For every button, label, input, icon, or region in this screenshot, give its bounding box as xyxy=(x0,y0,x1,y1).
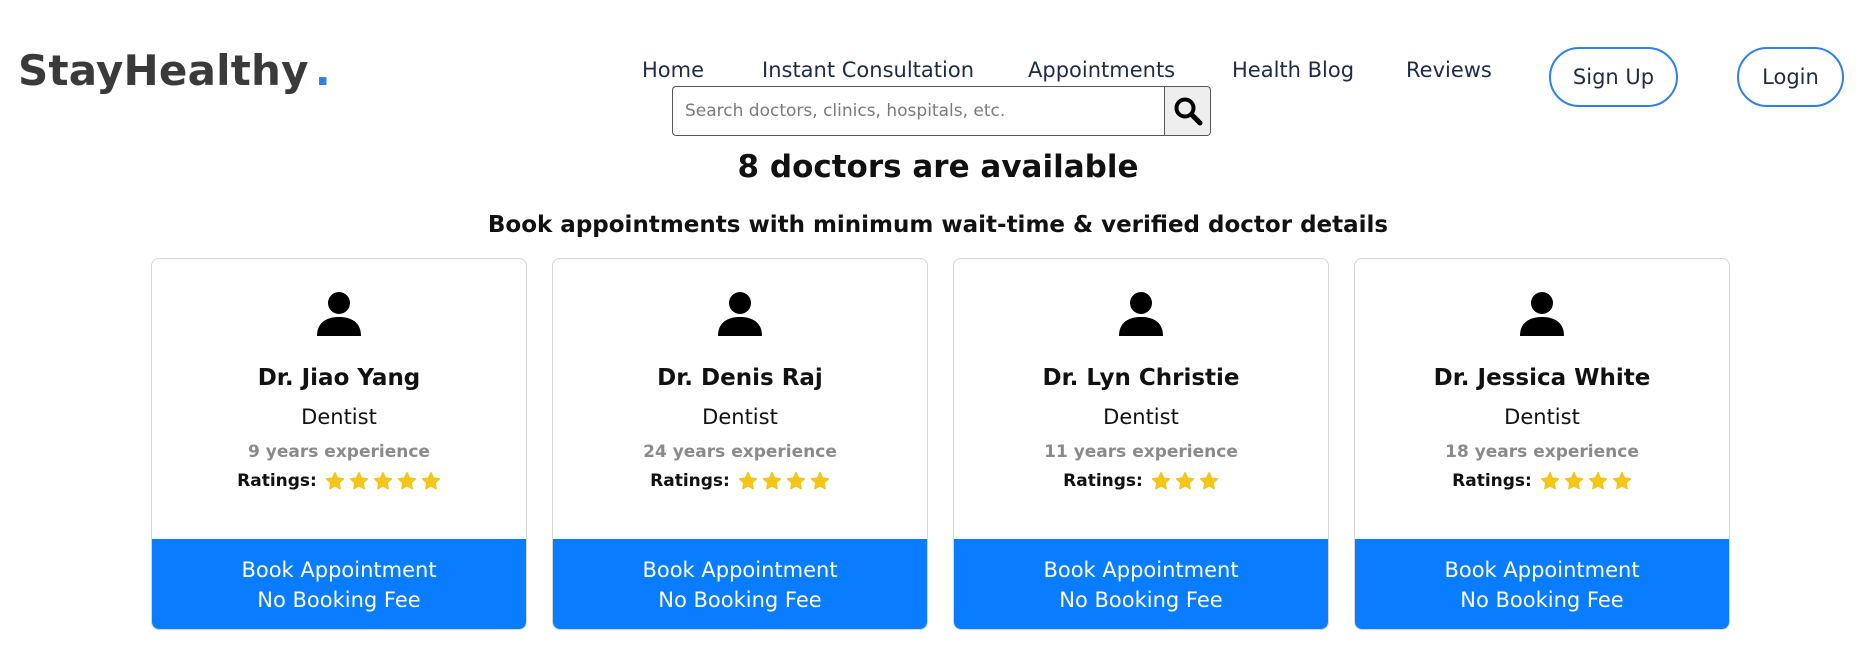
book-appointment-button[interactable]: Book Appointment No Booking Fee xyxy=(954,539,1328,629)
doctor-name: Dr. Lyn Christie xyxy=(1042,365,1240,391)
star-icon xyxy=(349,471,369,490)
brand-name: StayHealthy xyxy=(18,46,309,95)
doctor-specialty: Dentist xyxy=(1103,405,1179,429)
search-bar xyxy=(672,86,1211,136)
star-icon xyxy=(1540,471,1560,490)
doctors-available-heading: 8 doctors are available xyxy=(737,149,1139,185)
star-icon xyxy=(421,471,441,490)
book-appointment-button[interactable]: Book Appointment No Booking Fee xyxy=(1355,539,1729,629)
doctor-avatar-icon xyxy=(718,292,762,336)
search-input[interactable] xyxy=(672,86,1164,136)
page: StayHealthy. Home Instant Consultation A… xyxy=(0,0,1876,663)
booking-fee-label: No Booking Fee xyxy=(1059,587,1223,612)
book-appointment-button[interactable]: Book Appointment No Booking Fee xyxy=(152,539,526,629)
doctor-experience: 24 years experience xyxy=(643,442,837,462)
doctor-specialty: Dentist xyxy=(702,405,778,429)
doctor-avatar-icon xyxy=(1119,292,1163,336)
ratings-label: Ratings: xyxy=(237,471,317,491)
doctor-avatar-icon xyxy=(317,292,361,336)
star-icon xyxy=(1151,471,1171,490)
star-icon xyxy=(1199,471,1219,490)
doctor-ratings: Ratings: xyxy=(553,471,927,491)
doctor-avatar-icon xyxy=(1520,292,1564,336)
ratings-label: Ratings: xyxy=(1452,471,1532,491)
doctor-card: Dr. Jessica White Dentist 18 years exper… xyxy=(1354,258,1730,630)
ratings-label: Ratings: xyxy=(1063,471,1143,491)
doctor-ratings: Ratings: xyxy=(1355,471,1729,491)
star-icon xyxy=(738,471,758,490)
nav-item-health-blog[interactable]: Health Blog xyxy=(1232,58,1354,82)
search-button[interactable] xyxy=(1164,86,1211,136)
booking-fee-label: No Booking Fee xyxy=(658,587,822,612)
doctor-name: Dr. Jiao Yang xyxy=(257,365,421,391)
doctor-card: Dr. Denis Raj Dentist 24 years experienc… xyxy=(552,258,928,630)
doctor-name: Dr. Denis Raj xyxy=(657,365,823,391)
ratings-label: Ratings: xyxy=(650,471,730,491)
star-icon xyxy=(1175,471,1195,490)
book-appointment-label: Book Appointment xyxy=(1043,557,1239,582)
star-icon xyxy=(1564,471,1584,490)
book-appointment-label: Book Appointment xyxy=(241,557,437,582)
booking-subheading: Book appointments with minimum wait-time… xyxy=(487,212,1389,238)
brand-dot: . xyxy=(314,46,331,95)
book-appointment-label: Book Appointment xyxy=(1444,557,1640,582)
doctor-ratings: Ratings: xyxy=(954,471,1328,491)
doctor-ratings: Ratings: xyxy=(152,471,526,491)
doctor-experience: 18 years experience xyxy=(1445,442,1639,462)
doctor-name: Dr. Jessica White xyxy=(1433,365,1651,391)
star-icon xyxy=(786,471,806,490)
star-icon xyxy=(397,471,417,490)
doctor-experience: 11 years experience xyxy=(1044,442,1238,462)
login-button[interactable]: Login xyxy=(1737,47,1844,107)
doctor-specialty: Dentist xyxy=(1504,405,1580,429)
nav-item-instant-consultation[interactable]: Instant Consultation xyxy=(762,58,974,82)
booking-fee-label: No Booking Fee xyxy=(1460,587,1624,612)
booking-fee-label: No Booking Fee xyxy=(257,587,421,612)
doctor-experience: 9 years experience xyxy=(248,442,430,462)
nav-item-appointments[interactable]: Appointments xyxy=(1028,58,1175,82)
book-appointment-label: Book Appointment xyxy=(642,557,838,582)
star-icon xyxy=(810,471,830,490)
doctor-specialty: Dentist xyxy=(301,405,377,429)
doctor-card: Dr. Jiao Yang Dentist 9 years experience… xyxy=(151,258,527,630)
star-icon xyxy=(373,471,393,490)
doctor-card: Dr. Lyn Christie Dentist 11 years experi… xyxy=(953,258,1329,630)
nav-item-home[interactable]: Home xyxy=(642,58,704,82)
star-icon xyxy=(325,471,345,490)
nav-item-reviews[interactable]: Reviews xyxy=(1406,58,1492,82)
book-appointment-button[interactable]: Book Appointment No Booking Fee xyxy=(553,539,927,629)
star-icon xyxy=(1588,471,1608,490)
brand-logo[interactable]: StayHealthy. xyxy=(18,46,331,95)
sign-up-button[interactable]: Sign Up xyxy=(1549,47,1678,107)
star-icon xyxy=(762,471,782,490)
star-icon xyxy=(1612,471,1632,490)
search-icon xyxy=(1174,97,1202,126)
